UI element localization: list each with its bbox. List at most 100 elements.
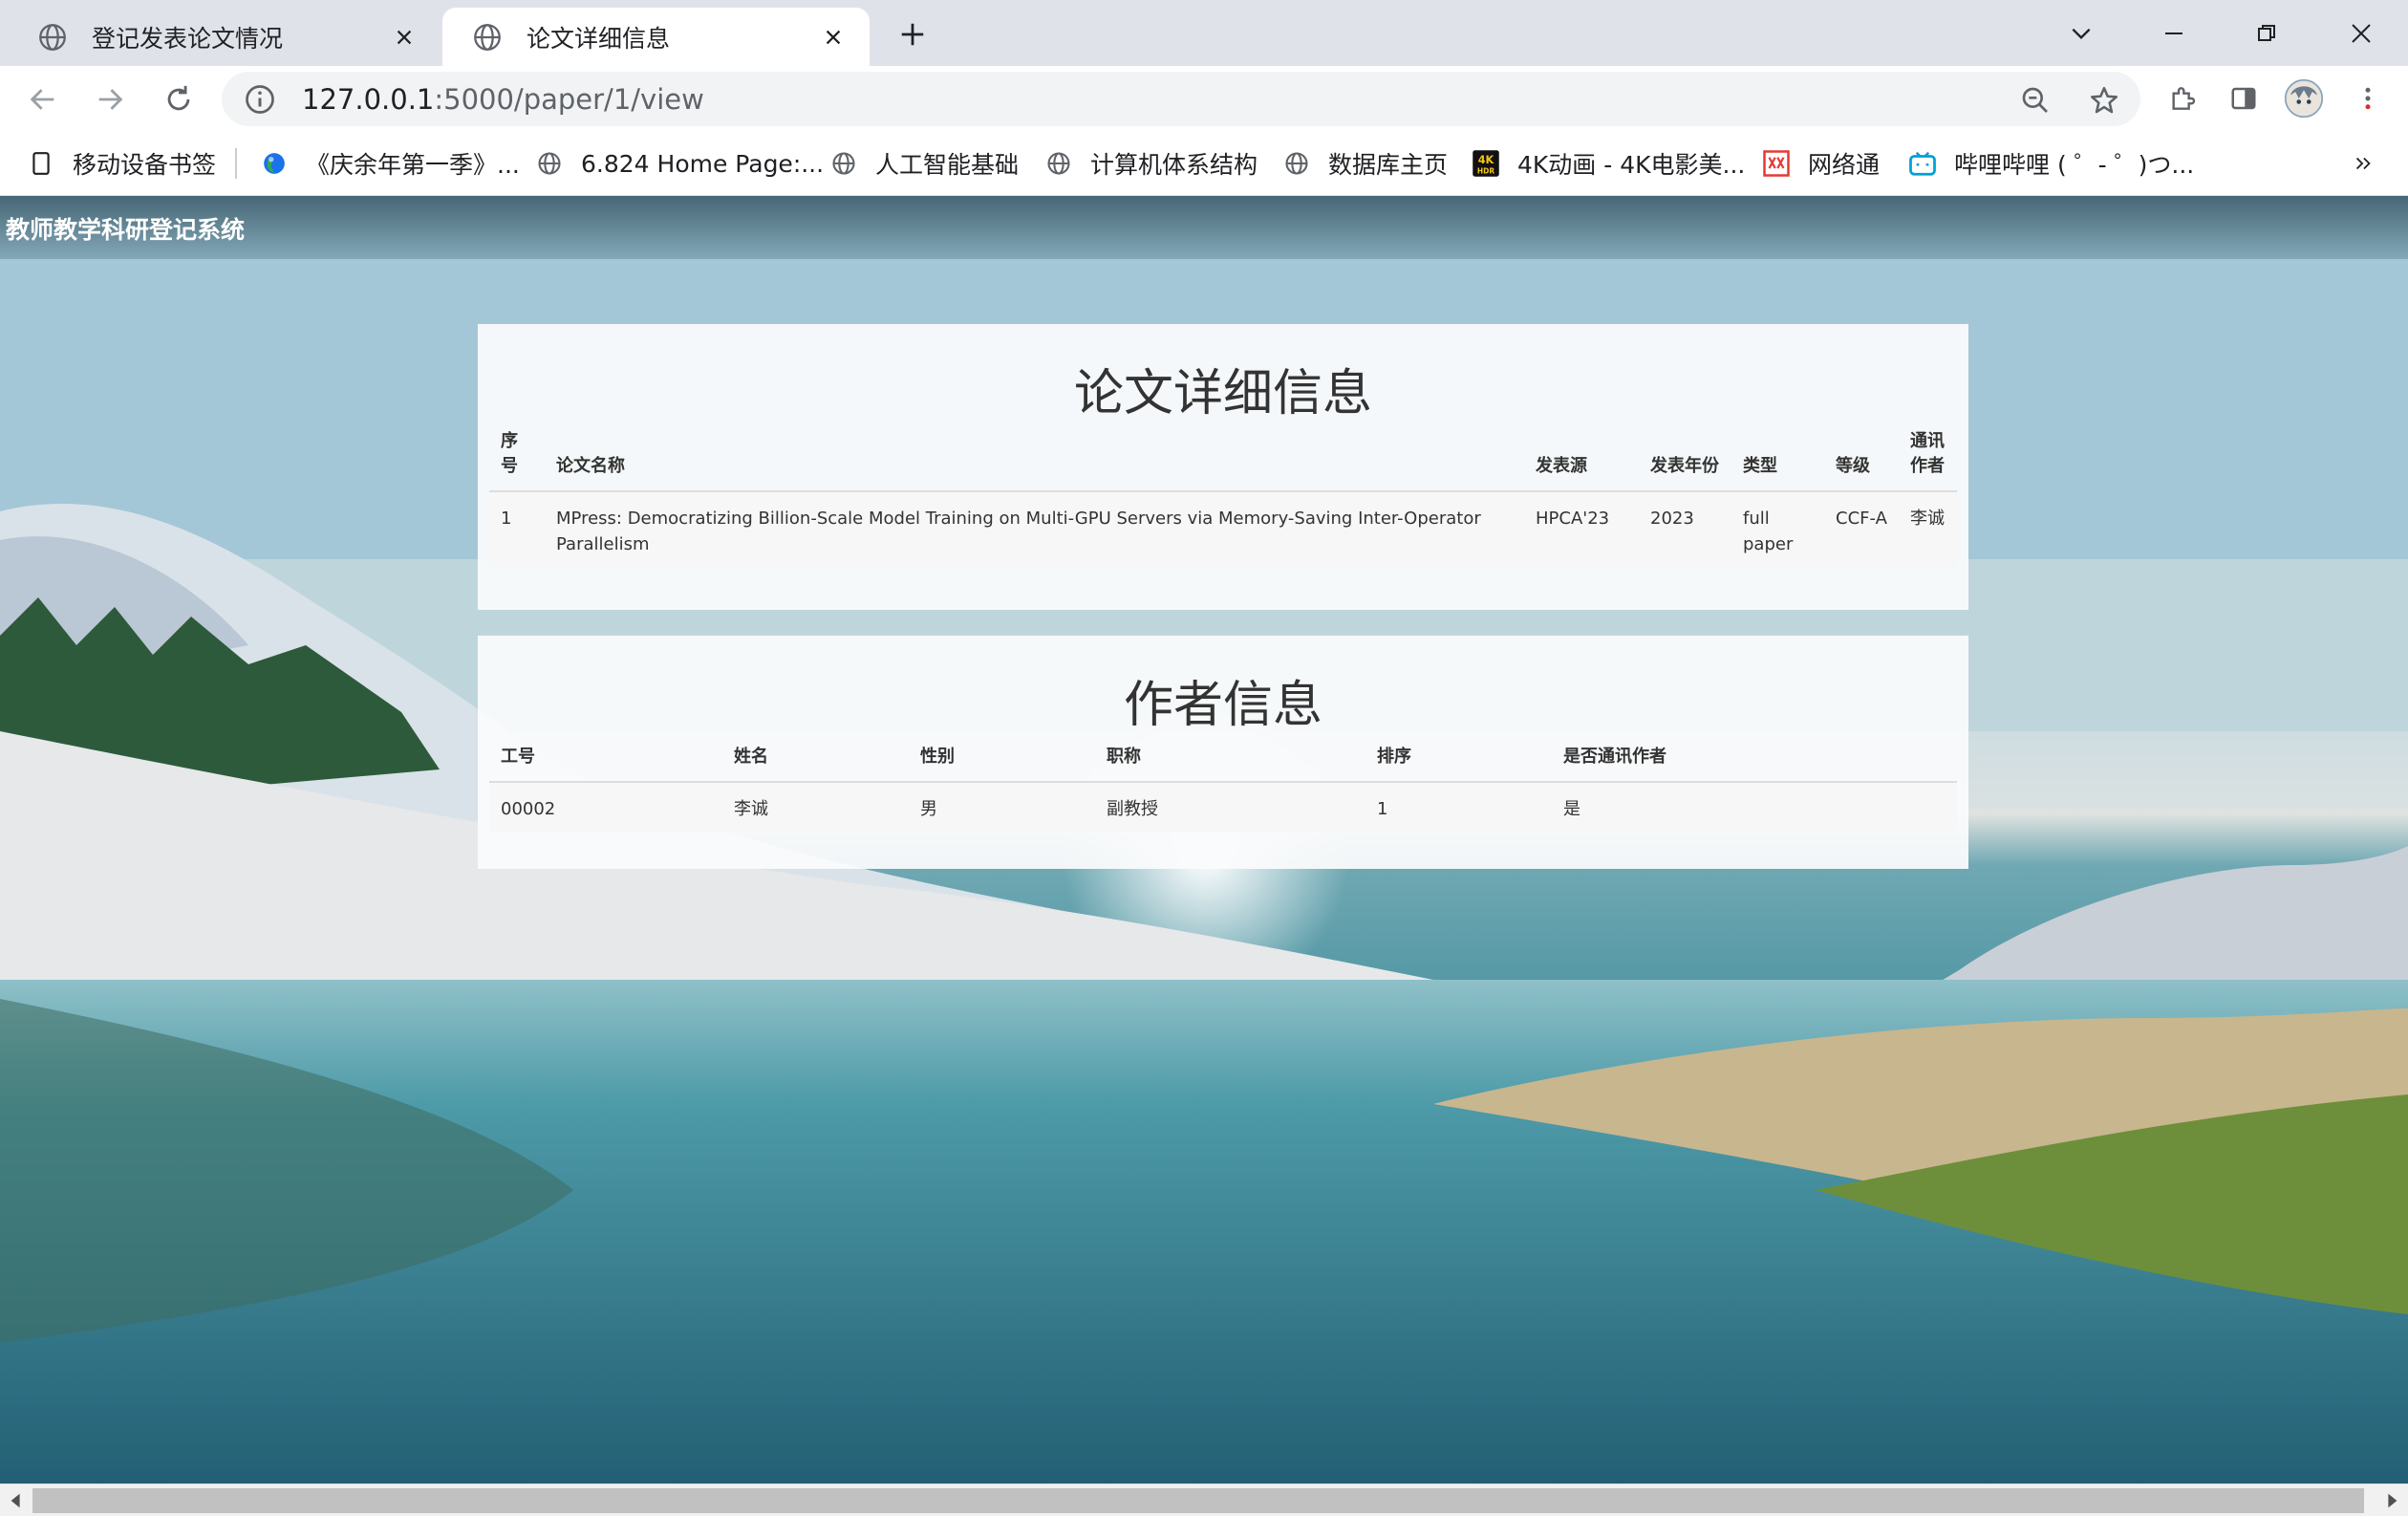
more-vert-icon <box>2365 87 2371 110</box>
table-row: 00002 李诚 男 副教授 1 是 <box>489 782 1957 832</box>
bookmarks-overflow-button[interactable] <box>2353 144 2374 183</box>
tab-paper-register[interactable]: 登记发表论文情况 <box>8 8 441 66</box>
bookmark-item[interactable]: 移动设备书签 <box>27 144 216 183</box>
cell-level: CCF-A <box>1824 491 1899 567</box>
bookmark-label: 计算机体系结构 <box>1090 151 1258 179</box>
bilibili-icon <box>1908 149 1937 178</box>
tab-strip: 登记发表论文情况 论文详细信息 <box>0 0 2408 66</box>
bookmark-item[interactable]: 人工智能基础 <box>829 144 1019 183</box>
bookmark-label: 哔哩哔哩 ( ゜- ゜)つ... <box>1954 151 2195 179</box>
bookmark-item[interactable]: 计算机体系结构 <box>1044 144 1258 183</box>
close-icon <box>2352 24 2371 43</box>
url-path: :5000/paper/1/view <box>434 82 704 116</box>
bookmarks-bar: 移动设备书签 《庆余年第一季》... 6.824 Home Page:... 人… <box>0 131 2408 196</box>
bookmark-outline-icon <box>27 149 55 178</box>
column-header: 排序 <box>1365 745 1552 783</box>
cell-gender: 男 <box>909 782 1095 832</box>
restore-icon <box>2258 25 2275 41</box>
column-header: 序号 <box>489 429 545 492</box>
4k-hdr-icon: 4K HDR <box>1472 149 1500 178</box>
globe-icon <box>829 149 858 178</box>
chevron-down-icon <box>2072 28 2091 40</box>
tab-title: 登记发表论文情况 <box>92 24 284 53</box>
cell-venue: HPCA'23 <box>1524 491 1639 567</box>
extensions-button[interactable] <box>2161 77 2204 119</box>
scroll-right-icon[interactable] <box>2383 1492 2400 1509</box>
close-icon[interactable] <box>814 18 852 56</box>
page-title: 论文详细信息 <box>1073 365 1372 422</box>
bookmark-item[interactable]: 哔哩哔哩 ( ゜- ゜)つ... <box>1908 144 2194 183</box>
wangluotong-icon <box>1762 149 1791 178</box>
url-host: 127.0.0.1 <box>302 82 435 116</box>
tab-search-button[interactable] <box>2057 10 2105 57</box>
column-header: 性别 <box>909 745 1095 783</box>
column-header: 等级 <box>1824 429 1899 492</box>
page-viewport: 教师教学科研登记系统 论文详细信息 序号 论文名称 发表源 发表年份 类型 等级… <box>0 196 2408 1484</box>
column-header: 是否通讯作者 <box>1552 745 1957 783</box>
cell-order: 1 <box>1365 782 1552 832</box>
column-header: 发表年份 <box>1639 429 1731 492</box>
bookmark-item[interactable]: 网络通 <box>1762 144 1880 183</box>
zoom-out-icon <box>2022 87 2048 113</box>
side-panel-icon <box>2231 87 2256 110</box>
svg-text:4K: 4K <box>1478 154 1495 166</box>
author-table: 工号 姓名 性别 职称 排序 是否通讯作者 00002 李诚 男 副教授 1 是 <box>489 745 1957 832</box>
cell-staff-id: 00002 <box>489 782 722 832</box>
table-header-row: 序号 论文名称 发表源 发表年份 类型 等级 通讯作者 <box>489 429 1957 492</box>
tab-paper-detail[interactable]: 论文详细信息 <box>442 8 870 66</box>
new-tab-button[interactable] <box>892 13 934 55</box>
table-row: 1 MPress: Democratizing Billion-Scale Mo… <box>489 491 1957 567</box>
url-text: 127.0.0.1:5000/paper/1/view <box>302 83 704 116</box>
earth-favicon-icon <box>260 149 289 178</box>
paper-detail-card: 论文详细信息 序号 论文名称 发表源 发表年份 类型 等级 通讯作者 1 MPr… <box>478 324 1968 610</box>
profile-button[interactable] <box>2283 77 2325 119</box>
restore-button[interactable] <box>2243 10 2290 57</box>
bookmark-label: 4K动画 - 4K电影美... <box>1517 151 1746 179</box>
chevron-double-right-icon <box>2355 157 2371 170</box>
cell-year: 2023 <box>1639 491 1731 567</box>
cell-type: full paper <box>1731 491 1824 567</box>
column-header: 工号 <box>489 745 722 783</box>
info-icon[interactable] <box>243 82 277 117</box>
reload-button[interactable] <box>157 77 201 121</box>
scroll-left-icon[interactable] <box>8 1492 25 1509</box>
bookmark-star-button[interactable] <box>2085 81 2123 119</box>
globe-icon <box>1044 149 1073 178</box>
back-button[interactable] <box>21 77 65 121</box>
minimize-icon <box>2165 32 2182 34</box>
bookmark-item[interactable]: 数据库主页 <box>1282 144 1448 183</box>
horizontal-scrollbar[interactable] <box>0 1484 2408 1516</box>
close-window-button[interactable] <box>2337 10 2385 57</box>
tab-title: 论文详细信息 <box>527 24 671 53</box>
site-brand[interactable]: 教师教学科研登记系统 <box>6 211 245 246</box>
cell-is-corresponding: 是 <box>1552 782 1957 832</box>
globe-icon <box>535 149 564 178</box>
bookmark-label: 《庆余年第一季》... <box>306 151 520 179</box>
svg-text:HDR: HDR <box>1477 167 1495 176</box>
arrow-left-icon <box>30 89 54 110</box>
column-header: 论文名称 <box>545 429 1524 492</box>
scrollbar-thumb[interactable] <box>32 1488 2364 1513</box>
address-bar[interactable]: 127.0.0.1:5000/paper/1/view <box>222 72 2140 126</box>
menu-button[interactable] <box>2347 77 2389 119</box>
bookmark-label: 数据库主页 <box>1328 151 1449 179</box>
bookmark-item[interactable]: 4K HDR 4K动画 - 4K电影美... <box>1472 144 1745 183</box>
bookmark-label: 人工智能基础 <box>875 151 1020 179</box>
minimize-button[interactable] <box>2150 10 2198 57</box>
side-panel-button[interactable] <box>2223 77 2265 119</box>
zoom-button[interactable] <box>2016 81 2054 119</box>
star-icon <box>2090 86 2118 114</box>
close-icon[interactable] <box>385 18 423 56</box>
browser-toolbar: 127.0.0.1:5000/paper/1/view <box>0 66 2408 131</box>
puzzle-icon <box>2172 87 2196 110</box>
forward-button[interactable] <box>88 77 132 121</box>
column-header: 职称 <box>1095 745 1365 783</box>
plus-icon <box>901 23 924 46</box>
globe-icon <box>1282 149 1311 178</box>
bookmark-item[interactable]: 《庆余年第一季》... <box>260 144 520 183</box>
bookmark-label: 6.824 Home Page:... <box>581 149 825 178</box>
bookmark-item[interactable]: 6.824 Home Page:... <box>535 144 824 183</box>
cell-index: 1 <box>489 491 545 567</box>
cell-title: 副教授 <box>1095 782 1365 832</box>
section-title: 作者信息 <box>1123 677 1322 734</box>
